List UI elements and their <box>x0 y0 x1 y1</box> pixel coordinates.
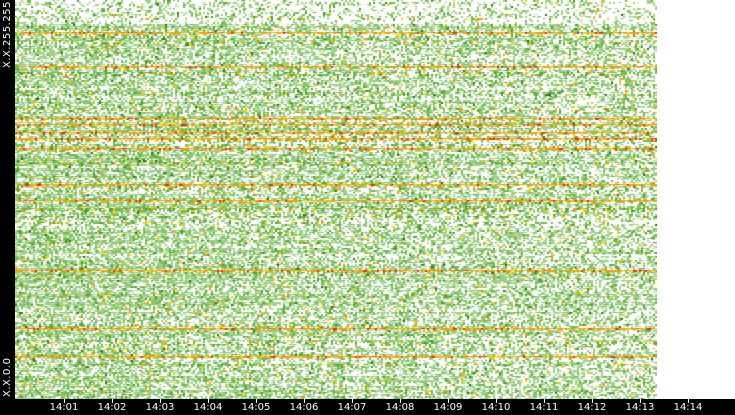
x-tick-label: 14:05 <box>241 402 271 413</box>
x-tick-label: 14:13 <box>625 402 655 413</box>
x-tick-label: 14:14 <box>673 402 703 413</box>
x-tick-label: 14:04 <box>193 402 223 413</box>
x-tick-label: 14:03 <box>145 402 175 413</box>
x-tick-label: 14:07 <box>337 402 367 413</box>
y-label-top: X.X.255.255 <box>2 1 13 68</box>
y-axis: X.X.255.255 X.X.0.0 <box>0 0 15 415</box>
x-tick-label: 14:09 <box>433 402 463 413</box>
x-tick-label: 14:01 <box>49 402 79 413</box>
heatmap-plot <box>15 0 657 399</box>
y-label-bottom: X.X.0.0 <box>2 357 13 397</box>
x-tick-label: 14:08 <box>385 402 415 413</box>
x-tick-label: 14:12 <box>577 402 607 413</box>
x-tick-label: 14:11 <box>529 402 559 413</box>
x-tick-label: 14:02 <box>97 402 127 413</box>
x-tick-label: 14:10 <box>481 402 511 413</box>
x-tick-label: 14:06 <box>289 402 319 413</box>
